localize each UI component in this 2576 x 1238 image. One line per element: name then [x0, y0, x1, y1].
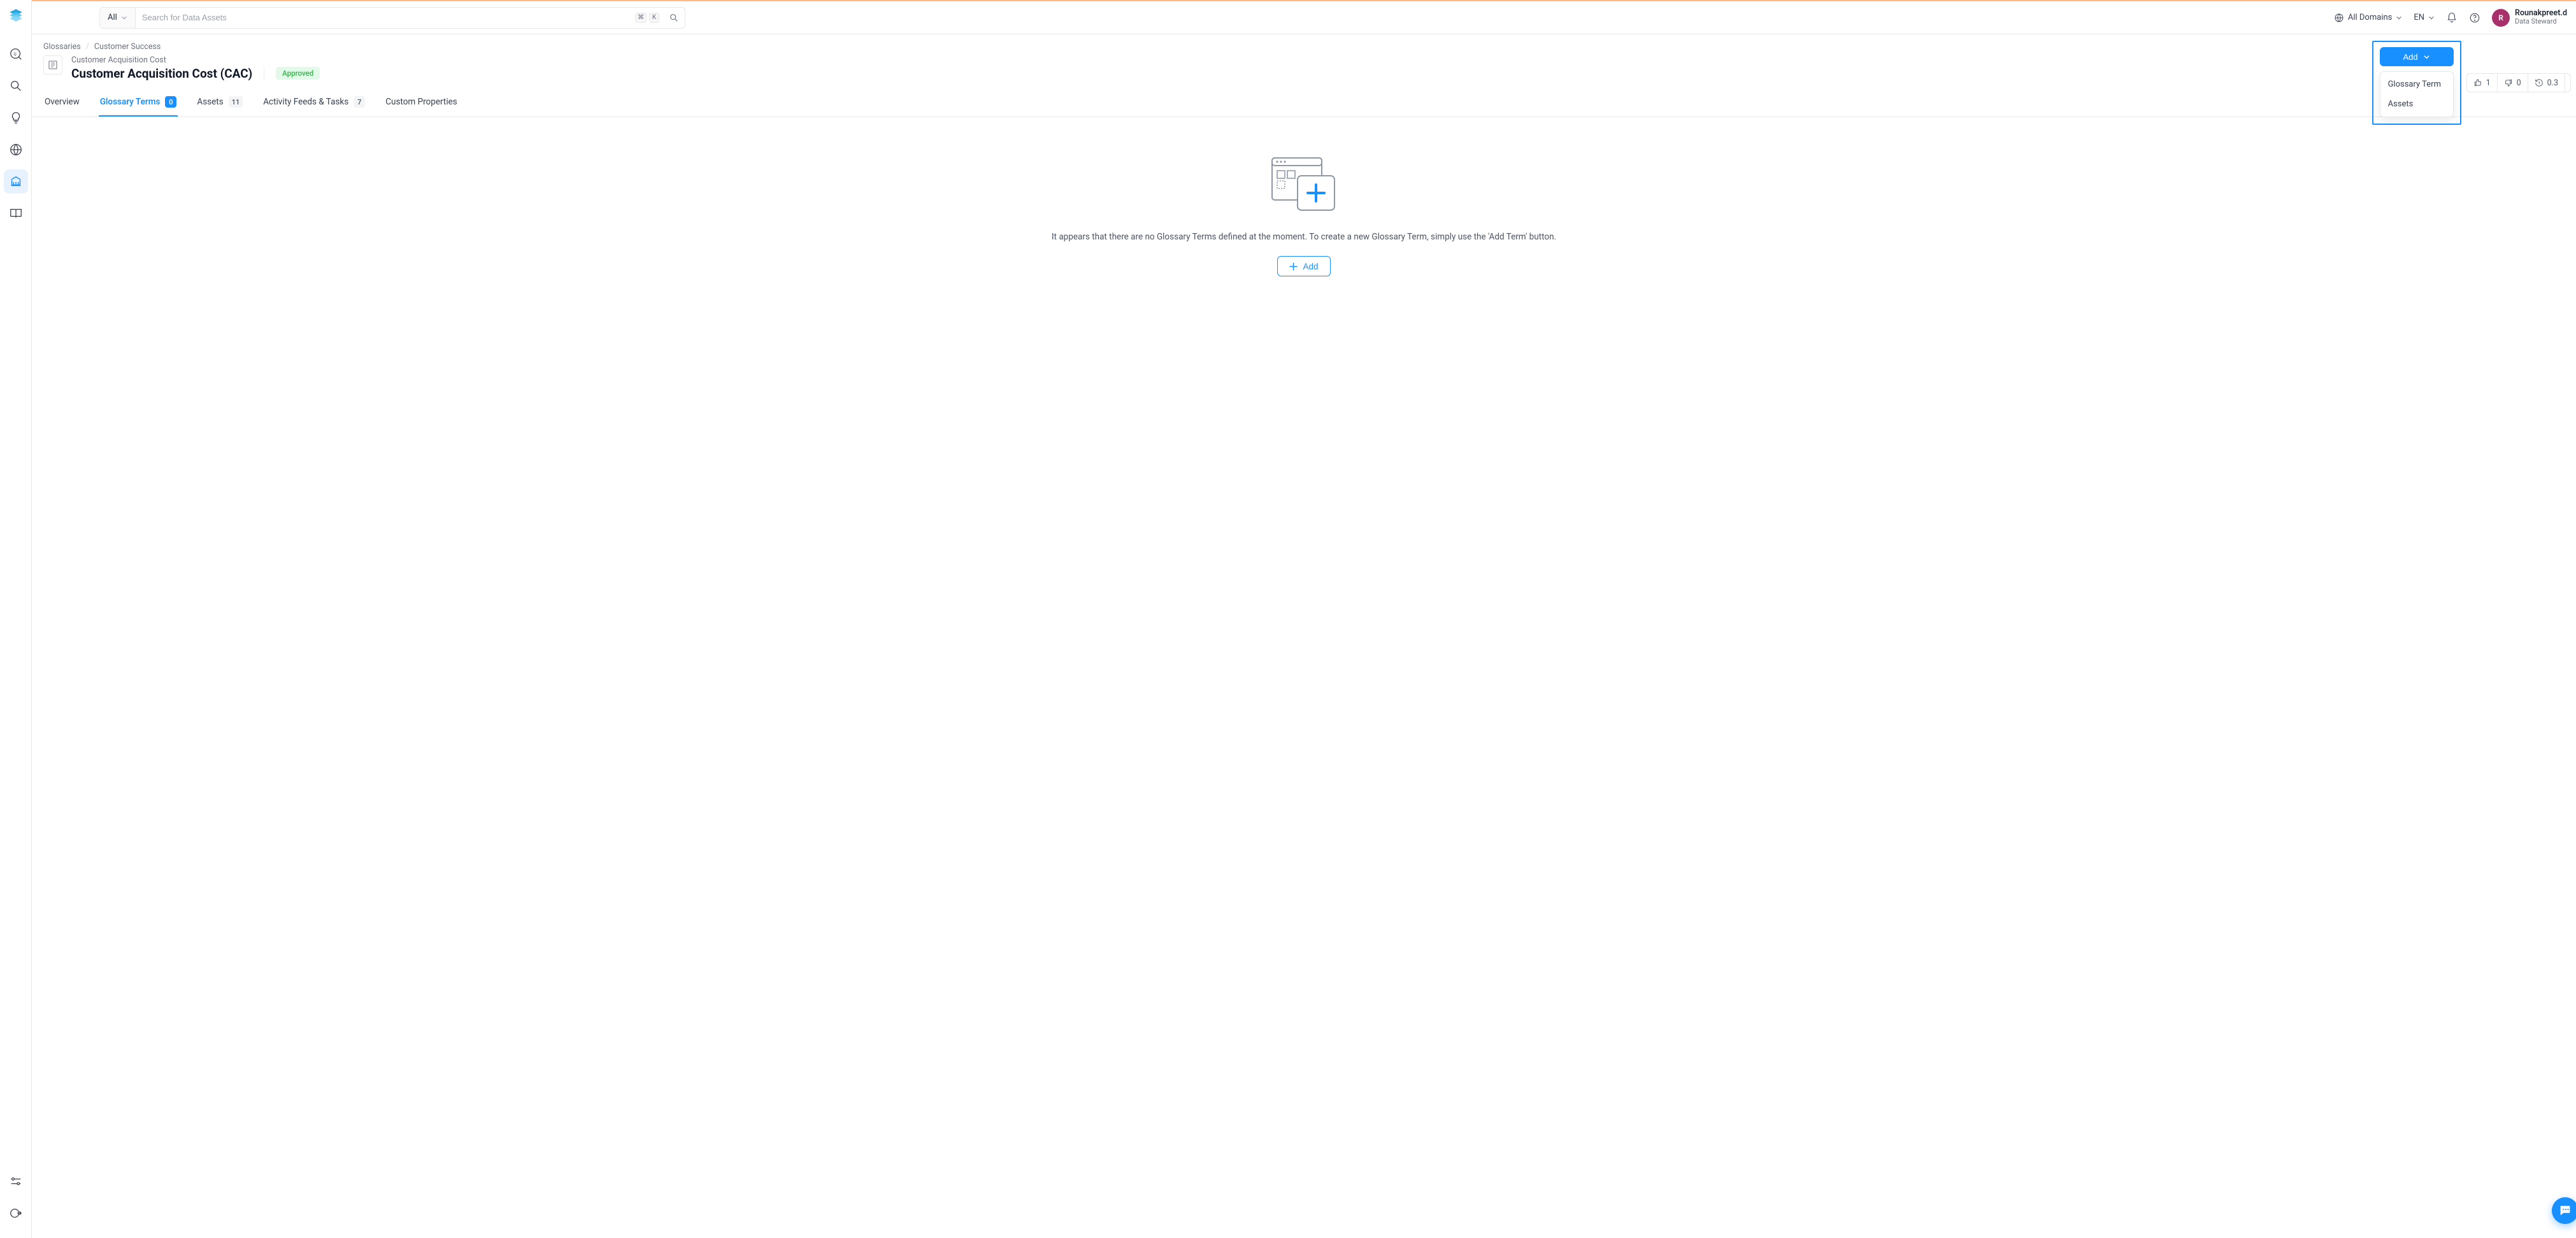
- version-label: 0.3: [2547, 78, 2558, 88]
- tab-custom-properties[interactable]: Custom Properties: [384, 90, 459, 117]
- language-label: EN: [2414, 13, 2424, 22]
- tab-assets-count: 11: [229, 96, 243, 108]
- help-icon: [2469, 12, 2480, 24]
- thumbs-down-icon: [2504, 78, 2513, 87]
- globe-icon: [2334, 13, 2344, 23]
- status-badge: Approved: [276, 67, 320, 80]
- breadcrumb-separator: /: [86, 42, 89, 52]
- notifications-button[interactable]: [2446, 12, 2458, 24]
- page-title: Customer Acquisition Cost (CAC): [71, 66, 252, 81]
- search-scope-selector[interactable]: All: [100, 8, 136, 28]
- add-menu-assets[interactable]: Assets: [2380, 94, 2453, 114]
- thumbs-up-icon: [2473, 78, 2482, 87]
- breadcrumb-current[interactable]: Customer Success: [94, 42, 161, 52]
- tab-overview[interactable]: Overview: [43, 90, 81, 117]
- add-button[interactable]: Add: [2380, 47, 2454, 66]
- page-header: Glossaries / Customer Success Customer A…: [32, 34, 2576, 117]
- sidebar-item-insights[interactable]: [4, 106, 28, 130]
- domain-selector[interactable]: All Domains: [2334, 13, 2403, 23]
- version-button[interactable]: 0.3: [2528, 73, 2565, 92]
- chat-icon: [2558, 1204, 2572, 1218]
- tab-activity-count: 7: [354, 96, 365, 108]
- search-icon: [669, 13, 679, 23]
- search-bar: All ⌘ K: [99, 7, 685, 29]
- app-logo[interactable]: [4, 4, 27, 27]
- add-dropdown-menu: Glossary Term Assets: [2380, 71, 2454, 117]
- chevron-down-icon: [121, 15, 127, 21]
- topbar: All ⌘ K All Domains: [32, 0, 2576, 34]
- add-menu-glossary-term[interactable]: Glossary Term: [2380, 75, 2453, 94]
- empty-state-message: It appears that there are no Glossary Te…: [1052, 232, 1556, 242]
- empty-state-illustration: [1266, 154, 1342, 215]
- add-dropdown-container: Add Glossary Term Assets: [2372, 41, 2461, 125]
- search-input[interactable]: [136, 8, 635, 28]
- tab-glossary-terms[interactable]: Glossary Terms 0: [99, 90, 178, 117]
- sidebar: Q: [0, 0, 32, 1238]
- page-stats: 1 0 0.3: [2466, 73, 2571, 92]
- page-subtitle: Customer Acquisition Cost: [71, 55, 320, 65]
- history-icon: [2535, 78, 2544, 87]
- bell-icon: [2446, 12, 2458, 24]
- tab-glossary-terms-count: 0: [165, 96, 176, 108]
- likes-button[interactable]: 1: [2466, 73, 2498, 92]
- user-name: Rounakpreet.d: [2515, 9, 2567, 18]
- sidebar-item-domains[interactable]: [4, 138, 28, 162]
- dislikes-button[interactable]: 0: [2498, 73, 2528, 92]
- dislikes-count: 0: [2517, 78, 2521, 88]
- chat-fab[interactable]: [2552, 1197, 2576, 1224]
- domain-label: All Domains: [2348, 13, 2393, 22]
- search-scope-label: All: [108, 13, 117, 22]
- user-menu[interactable]: R Rounakpreet.d Data Steward: [2492, 9, 2567, 27]
- tab-activity[interactable]: Activity Feeds & Tasks 7: [262, 90, 366, 117]
- user-role: Data Steward: [2515, 18, 2567, 26]
- svg-text:Q: Q: [13, 52, 17, 57]
- avatar: R: [2492, 9, 2510, 27]
- tab-assets[interactable]: Assets 11: [196, 90, 244, 117]
- sidebar-item-glossary[interactable]: [4, 169, 28, 194]
- content-area: It appears that there are no Glossary Te…: [32, 117, 2576, 1238]
- sidebar-item-logout[interactable]: [4, 1201, 28, 1225]
- kbd-cmd: ⌘: [635, 13, 647, 23]
- likes-count: 1: [2486, 78, 2491, 88]
- help-button[interactable]: [2469, 12, 2480, 24]
- more-actions-button[interactable]: [2565, 73, 2571, 92]
- empty-add-button[interactable]: Add: [1277, 256, 1330, 276]
- tabs: Overview Glossary Terms 0 Assets 11 Acti…: [43, 90, 2565, 117]
- search-button[interactable]: [663, 8, 685, 28]
- language-selector[interactable]: EN: [2414, 13, 2435, 22]
- sidebar-item-search[interactable]: [4, 74, 28, 98]
- kbd-k: K: [649, 13, 659, 23]
- breadcrumb: Glossaries / Customer Success: [43, 42, 2565, 52]
- glossary-page-icon: [43, 55, 62, 75]
- header-actions: Add Glossary Term Assets 1 0: [2372, 41, 2571, 125]
- sidebar-item-docs[interactable]: [4, 201, 28, 225]
- plus-icon: [1289, 262, 1298, 271]
- sidebar-item-explore[interactable]: Q: [4, 42, 28, 66]
- chevron-down-icon: [2423, 53, 2430, 60]
- search-shortcut-hint: ⌘ K: [635, 13, 663, 23]
- sidebar-item-settings[interactable]: [4, 1169, 28, 1193]
- chevron-down-icon: [2428, 15, 2435, 21]
- breadcrumb-root[interactable]: Glossaries: [43, 42, 81, 52]
- chevron-down-icon: [2396, 15, 2402, 21]
